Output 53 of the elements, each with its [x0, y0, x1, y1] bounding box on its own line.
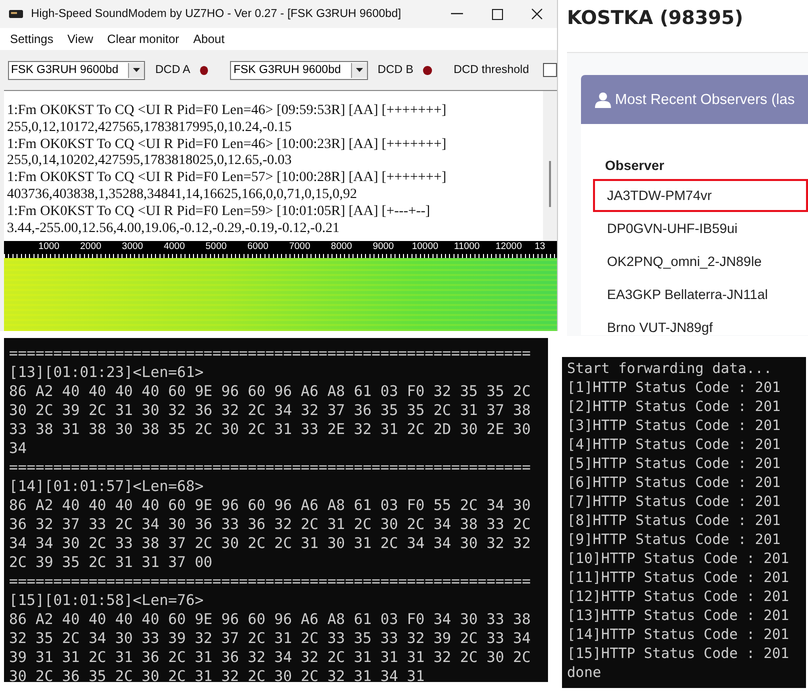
menu-item[interactable]: Clear monitor	[107, 32, 180, 46]
page-title: KOSTKA (98395)	[567, 6, 744, 31]
column-header: Observer	[605, 156, 666, 174]
menu-item[interactable]: View	[67, 32, 94, 46]
mode-dropdown[interactable]: FSK G3RUH 9600bd	[230, 60, 368, 80]
minimize-icon[interactable]	[451, 13, 463, 15]
monitor-line: 1:Fm OK0KST To CQ <UI R Pid=F0 Len=46> [10:00:23R] [AA] [+++++++]	[7, 136, 448, 154]
window-title: High-Speed SoundModem by UZ7HO - Ver 0.27 - [FSK G3RUH 9600bd]	[31, 8, 402, 20]
frequency-label: 3000	[120, 241, 144, 254]
frequency-label: 8000	[330, 241, 354, 254]
frequency-label: 6000	[246, 241, 270, 254]
mode-dropdown[interactable]: FSK G3RUH 9600bd	[8, 60, 146, 80]
dcd-indicator	[200, 66, 208, 74]
frequency-label: 4000	[162, 241, 186, 254]
dropdown-arrow-icon	[133, 68, 140, 72]
monitor-line: 3.44,-255.00,12.56,4.00,19.06,-0.12,-0.29,-0.19,-0.12,-0.21	[7, 220, 340, 238]
console-output: =========================================================== [13][01:01:23]<Len=61> 86 A2 40 40 40 40 60 9E 96 60 96 A6 A8 61 03 F0 32 35 35 2C 30 2C 39 2C 31 30 32 36 32 2C 34 32 37 36 35 35 2C 31 37 38 33 38 31 38 30 38 35 2C 30 2C 31 33 2E 32 31 2C 2D 30 2E 30 34 =========================================================== [14][01:01:57]<Len=68> 86 A2 40 40 40 40 60 9E 96 60 96 A6 A8 61 03 F0 55 2C 34 30 36 32 37 33 2C 34 30 36 33 36 32 2C 31 2C 30 2C 34 38 33 2C 34 34 30 2C 33 38 37 2C 30 2C 2C 31 30 31 2C 34 34 30 32 32 2C 39 35 2C 31 31 37 00 =========================================================== [15][01:01:58]<Len=76> 86 A2 40 40 40 40 60 9E 96 60 96 A6 A8 61 03 F0 34 30 33 38 32 35 2C 34 30 33 39 32 37 2C 31 2C 33 35 33 32 39 2C 33 34 39 31 31 2C 31 36 2C 31 36 32 34 32 2C 31 31 31 32 2C 30 2C 30 2C 36 35 2C 30 2C 31 32 2C 30 2C 32 31 34 31	[4, 338, 548, 682]
monitor-line: 1:Fm OK0KST To CQ <UI R Pid=F0 Len=46> [09:59:53R] [AA] [+++++++]	[7, 103, 448, 120]
monitor-line: 255,0,12,10172,427565,1783817995,0,10.24,-0.15	[7, 120, 293, 137]
frequency-label: 1000	[37, 241, 60, 254]
frequency-label: 12000	[494, 241, 523, 254]
monitor-line: 403736,403838,1,35288,34841,14,16625,166,0,0,71,0,15,0,92	[7, 186, 358, 204]
frequency-label: 7000	[288, 241, 312, 254]
dcd-label: DCD B	[378, 64, 414, 76]
menu-item[interactable]: Settings	[10, 32, 54, 46]
modem-icon	[8, 9, 24, 19]
scrollbar-thumb[interactable]	[549, 161, 551, 207]
monitor-line: 255,0,14,10202,427595,1783818025,0,12.65,-0.03	[7, 153, 293, 170]
threshold-field[interactable]	[542, 63, 557, 77]
monitor-line: 1:Fm OK0KST To CQ <UI R Pid=F0 Len=59> [10:01:05R] [AA] [+---+--]	[7, 204, 432, 221]
person-icon	[595, 92, 611, 108]
frequency-label: 5000	[204, 241, 228, 254]
dcd-label: DCD A	[155, 64, 190, 76]
monitor-line: 1:Fm OK0KST To CQ <UI R Pid=F0 Len=57> [10:00:28R] [AA] [+++++++]	[7, 170, 448, 187]
threshold-label: DCD threshold	[454, 64, 529, 76]
observer-name: DP0GVN-UHF-IB59ui	[606, 220, 739, 238]
observer-name: OK2PNQ_omni_2-JN89le	[606, 253, 763, 271]
frequency-label: 2000	[79, 241, 102, 254]
frequency-label: 10000	[410, 241, 440, 254]
card-title: Most Recent Observers (las	[615, 92, 795, 108]
console-output: Start forwarding data... [1]HTTP Status Code : 201 [2]HTTP Status Code : 201 [3]HTTP Status Code : 201 [4]HTTP Status Code : 201 [5]HTTP Status Code : 201 [6]HTTP Status Code : 201 [7]HTTP Status Code : 201 [8]HTTP Status Code : 201 [9]HTTP Status Code : 201 [10]HTTP Status Code : 201 [11]HTTP Status Code : 201 [12]HTTP Status Code : 201 [13]HTTP Status Code : 201 [14]HTTP Status Code : 201 [15]HTTP Status Code : 201 done	[562, 357, 806, 688]
frequency-label: 11000	[453, 241, 481, 254]
scrollbar[interactable]	[543, 91, 557, 241]
close-icon[interactable]	[531, 8, 543, 20]
frequency-label: 13	[534, 241, 546, 254]
dropdown-arrow-icon	[356, 68, 363, 72]
maximize-icon[interactable]	[492, 8, 502, 20]
frequency-label: 9000	[372, 241, 395, 254]
observer-name: EA3GKP Bellaterra-JN11al	[606, 286, 769, 304]
observer-name: Brno VUT-JN89gf	[606, 319, 714, 335]
observer-name: JA3TDW-PM74vr	[593, 179, 808, 212]
dcd-indicator	[423, 66, 432, 74]
menu-item[interactable]: About	[193, 32, 225, 46]
